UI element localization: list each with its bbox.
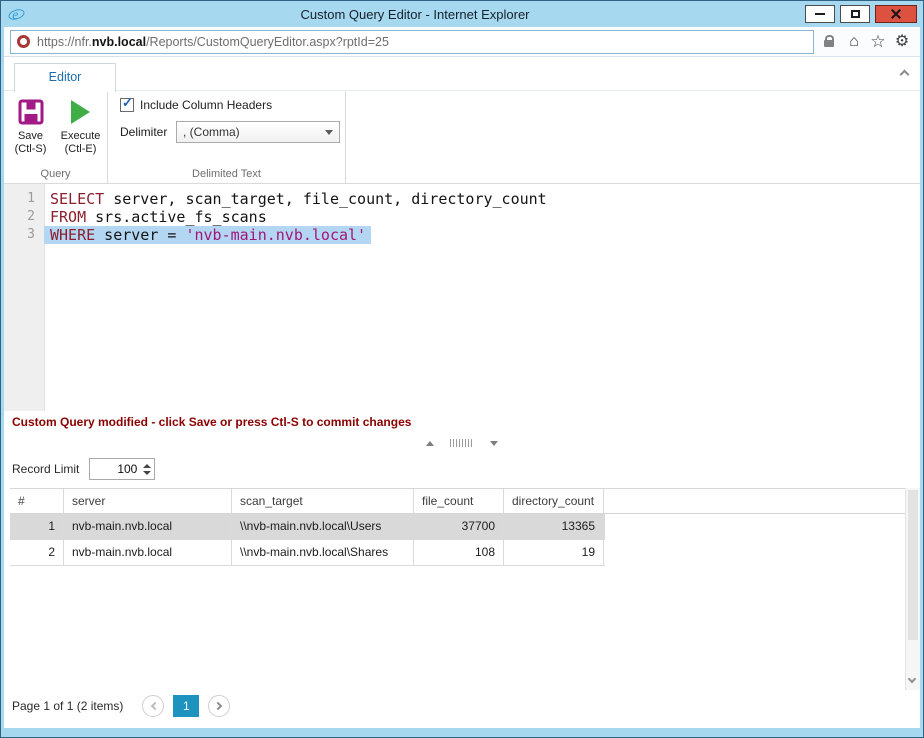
toolbar: Save(Ctl-S) Execute(Ctl-E) Query ✓ Inclu… (4, 91, 920, 184)
checkbox-label: Include Column Headers (140, 98, 272, 112)
spinner-up-icon[interactable] (143, 464, 151, 468)
save-button[interactable]: Save(Ctl-S) (7, 96, 55, 156)
execute-button[interactable]: Execute(Ctl-E) (57, 96, 105, 156)
settings-gear-icon[interactable]: ⚙ (890, 28, 914, 56)
current-page-button[interactable]: 1 (173, 695, 199, 717)
line-number: 3 (4, 226, 44, 244)
code-line[interactable]: 3WHERE server = 'nvb-main.nvb.local' (4, 226, 920, 244)
next-page-button[interactable] (208, 695, 230, 717)
record-limit-input[interactable]: 100 (89, 458, 155, 480)
chevron-right-icon (214, 702, 222, 710)
lock-icon (822, 36, 836, 47)
maximize-button[interactable] (840, 5, 870, 23)
results-scrollbar[interactable] (905, 488, 920, 690)
line-number: 2 (4, 208, 44, 226)
delimiter-value: , (Comma) (183, 125, 325, 139)
execute-button-label: Execute(Ctl-E) (61, 130, 101, 156)
window-controls (805, 5, 917, 23)
checkbox-box: ✓ (120, 98, 134, 112)
column-header[interactable]: server (64, 489, 232, 513)
group-label-query: Query (4, 168, 107, 180)
grid-header-row: #serverscan_targetfile_countdirectory_co… (10, 488, 905, 514)
table-cell: \\nvb-main.nvb.local\Shares (232, 540, 414, 565)
check-icon: ✓ (122, 95, 133, 111)
close-button[interactable] (875, 5, 917, 23)
page-content: Editor Save(Ctl-S) (4, 57, 920, 728)
floppy-disk-icon (17, 96, 45, 128)
prev-page-button[interactable] (142, 695, 164, 717)
splitter-up-icon[interactable] (426, 441, 434, 446)
splitter-down-icon[interactable] (490, 441, 498, 446)
home-icon[interactable]: ⌂ (842, 28, 866, 56)
play-icon (71, 96, 90, 128)
toolbar-group-query: Save(Ctl-S) Execute(Ctl-E) Query (4, 91, 108, 183)
minimize-button[interactable] (805, 5, 835, 23)
delimiter-dropdown[interactable]: , (Comma) (176, 121, 340, 143)
record-limit-label: Record Limit (12, 462, 79, 476)
maximize-icon (851, 10, 860, 18)
table-cell: 13365 (504, 514, 604, 539)
title-bar[interactable]: e Custom Query Editor - Internet Explore… (1, 1, 923, 27)
scrollbar-down-icon[interactable] (908, 675, 916, 683)
status-message: Custom Query modified - click Save or pr… (12, 415, 900, 429)
table-cell: \\nvb-main.nvb.local\Users (232, 514, 414, 539)
chevron-down-icon (325, 130, 333, 135)
address-bar: https://nfr.nvb.local/Reports/CustomQuer… (4, 27, 920, 57)
code-line-text: WHERE server = 'nvb-main.nvb.local' (44, 226, 371, 244)
include-column-headers-checkbox[interactable]: ✓ Include Column Headers (120, 98, 345, 112)
column-header[interactable]: # (10, 489, 64, 513)
tab-editor[interactable]: Editor (14, 63, 116, 92)
window-title: Custom Query Editor - Internet Explorer (25, 7, 805, 22)
code-line-text: SELECT server, scan_target, file_count, … (44, 190, 547, 208)
scrollbar-thumb[interactable] (908, 490, 918, 640)
code-lines: 1SELECT server, scan_target, file_count,… (4, 190, 920, 244)
pager: Page 1 of 1 (2 items) 1 (12, 695, 230, 717)
record-limit-row: Record Limit 100 (12, 457, 155, 481)
delimiter-label: Delimiter (120, 125, 176, 139)
table-cell: 108 (414, 540, 504, 565)
grid-body: 1nvb-main.nvb.local\\nvb-main.nvb.local\… (10, 514, 905, 566)
table-cell: 1 (10, 514, 64, 539)
table-cell: nvb-main.nvb.local (64, 514, 232, 539)
table-cell: 19 (504, 540, 604, 565)
url-text: https://nfr.nvb.local/Reports/CustomQuer… (37, 35, 389, 49)
code-line-text: FROM srs.active_fs_scans (44, 208, 267, 226)
code-line[interactable]: 1SELECT server, scan_target, file_count,… (4, 190, 920, 208)
column-header[interactable]: directory_count (504, 489, 604, 513)
collapse-panel-chevron-icon[interactable] (900, 70, 910, 80)
save-button-label: Save(Ctl-S) (15, 130, 47, 156)
browser-window: e Custom Query Editor - Internet Explore… (0, 0, 924, 738)
address-input[interactable]: https://nfr.nvb.local/Reports/CustomQuer… (10, 30, 814, 54)
table-row[interactable]: 1nvb-main.nvb.local\\nvb-main.nvb.local\… (10, 514, 605, 540)
results-grid: #serverscan_targetfile_countdirectory_co… (10, 488, 905, 566)
pager-summary: Page 1 of 1 (2 items) (12, 699, 123, 713)
sql-editor[interactable]: 1SELECT server, scan_target, file_count,… (4, 184, 920, 411)
tab-strip: Editor (4, 57, 920, 91)
record-limit-value: 100 (90, 462, 140, 476)
table-row[interactable]: 2nvb-main.nvb.local\\nvb-main.nvb.local\… (10, 540, 605, 566)
site-favicon-icon[interactable] (17, 35, 30, 48)
code-line[interactable]: 2FROM srs.active_fs_scans (4, 208, 920, 226)
splitter[interactable] (4, 435, 920, 451)
toolbar-group-delimited-text: ✓ Include Column Headers Delimiter , (Co… (108, 91, 346, 183)
minimize-icon (815, 13, 825, 15)
group-label-delimited-text: Delimited Text (108, 168, 345, 180)
favorites-star-icon[interactable]: ☆ (866, 28, 890, 56)
ie-logo-icon: e (7, 5, 25, 23)
spinner-down-icon[interactable] (143, 471, 151, 475)
table-cell: 37700 (414, 514, 504, 539)
column-header[interactable]: file_count (414, 489, 504, 513)
column-header[interactable]: scan_target (232, 489, 414, 513)
line-number: 1 (4, 190, 44, 208)
table-cell: nvb-main.nvb.local (64, 540, 232, 565)
splitter-grip-icon[interactable] (450, 439, 474, 447)
table-cell: 2 (10, 540, 64, 565)
chevron-left-icon (151, 702, 159, 710)
